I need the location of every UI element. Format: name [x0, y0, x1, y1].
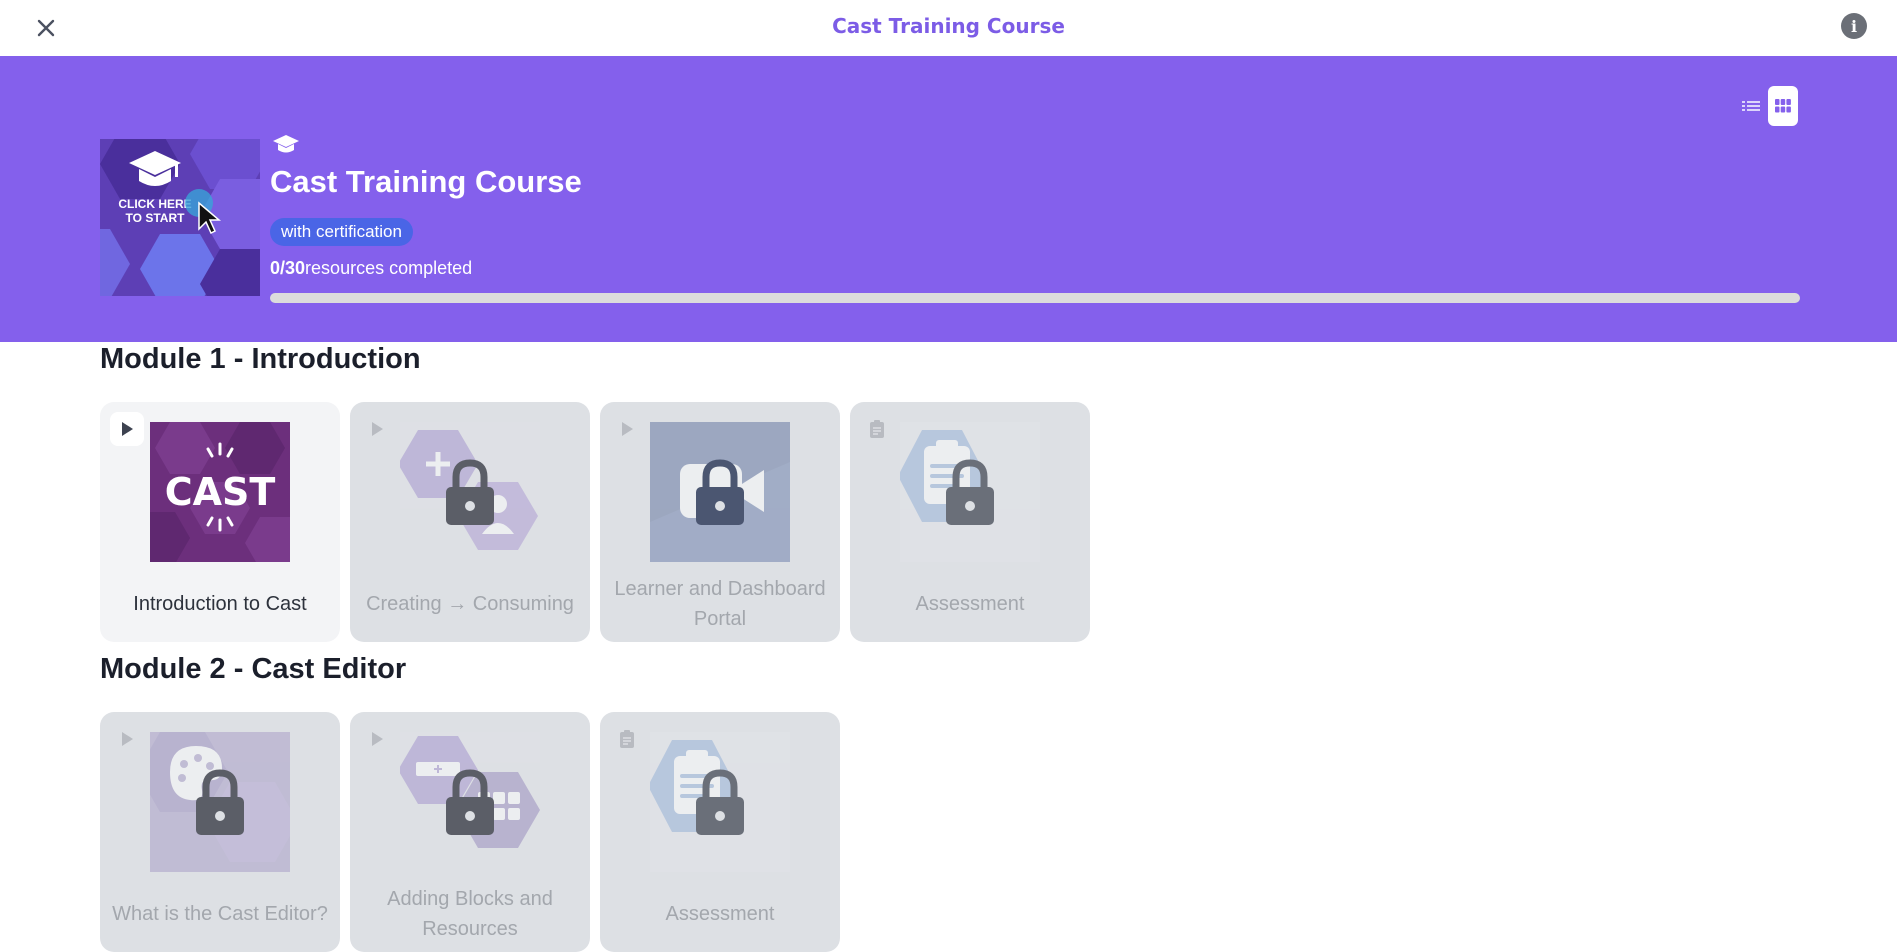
course-title: Cast Training Course [270, 164, 582, 199]
certification-badge: with certification [270, 218, 413, 246]
play-icon [110, 412, 144, 446]
resource-card-what-is-cast-editor[interactable]: What is the Cast Editor? [100, 712, 340, 952]
progress-count: 0/30 [270, 258, 306, 278]
card-label: Creating → Consuming [366, 593, 574, 615]
top-bar: Cast Training Course i [0, 0, 1897, 56]
progress-summary: 0/30resources completed [270, 258, 472, 279]
lock-icon [650, 732, 790, 872]
play-icon [360, 412, 394, 446]
graduation-cap-icon [129, 151, 181, 186]
play-icon [360, 722, 394, 756]
resource-card-assessment-module-1[interactable]: Assessment [850, 402, 1090, 642]
window-title: Cast Training Course [832, 14, 1065, 38]
card-label: What is the Cast Editor? [112, 903, 328, 925]
cursor-icon [185, 189, 222, 235]
lock-icon [150, 732, 290, 872]
play-icon [610, 412, 644, 446]
card-label: Learner and Dashboard Portal [614, 578, 826, 630]
resource-card-adding-blocks-resources[interactable]: Adding Blocks and Resources [350, 712, 590, 952]
grid-icon [1775, 99, 1791, 113]
svg-text:CAST: CAST [165, 470, 276, 514]
cast-logo-art: CAST [150, 422, 290, 562]
lock-icon [650, 422, 790, 562]
progress-bar [270, 293, 1800, 303]
module-title: Module 1 - Introduction [100, 343, 421, 375]
clipboard-icon [610, 722, 644, 756]
course-hero: CLICK HERE TO START Cast Training Course… [0, 56, 1897, 342]
resource-card-creating-consuming[interactable]: Creating → Consuming [350, 402, 590, 642]
lock-icon [400, 422, 540, 562]
card-label: Assessment [665, 903, 775, 925]
resource-card-introduction-to-cast[interactable]: CAST Introduction to Cast [100, 402, 340, 642]
clipboard-icon [860, 412, 894, 446]
card-label: Adding Blocks and Resources [387, 888, 553, 940]
view-toggle [1740, 86, 1798, 126]
card-label: Introduction to Cast [133, 593, 307, 615]
module-title: Module 2 - Cast Editor [100, 653, 407, 685]
lock-icon [900, 422, 1040, 562]
resource-card-learner-dashboard-portal[interactable]: Learner and Dashboard Portal [600, 402, 840, 642]
course-thumbnail[interactable]: CLICK HERE TO START [100, 139, 260, 296]
play-icon [110, 722, 144, 756]
list-icon [1742, 101, 1760, 111]
grid-view-button[interactable] [1768, 86, 1798, 126]
resource-card-assessment-module-2[interactable]: Assessment [600, 712, 840, 952]
course-type-icon [273, 135, 299, 153]
lock-icon [400, 732, 540, 872]
info-button[interactable]: i [1841, 13, 1867, 39]
card-label: Assessment [915, 593, 1025, 615]
info-icon: i [1850, 16, 1858, 36]
progress-label: resources completed [305, 258, 473, 278]
list-view-button[interactable] [1740, 95, 1762, 117]
